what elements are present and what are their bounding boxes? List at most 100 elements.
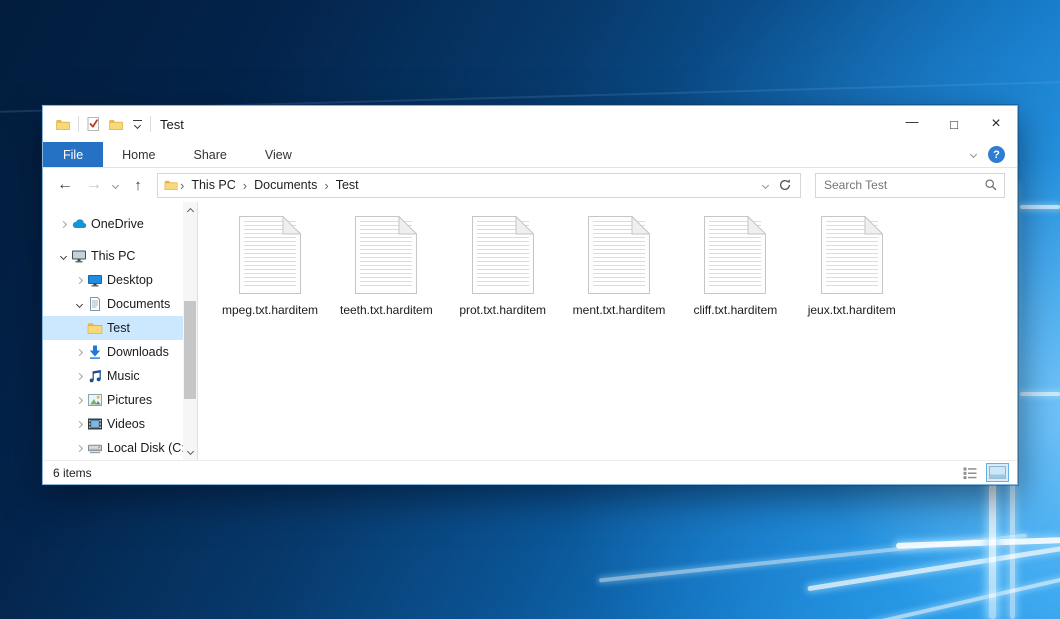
toolbar-separator <box>78 116 79 132</box>
sidebar-scrollbar[interactable] <box>183 202 197 460</box>
new-folder-icon[interactable] <box>108 117 124 132</box>
scroll-up-icon[interactable] <box>183 202 197 217</box>
refresh-button[interactable] <box>778 178 792 192</box>
text-document-icon <box>821 216 883 294</box>
ribbon-tab-bar: File Home Share View ? <box>43 142 1017 168</box>
view-toggles <box>959 463 1009 483</box>
navigation-pane: OneDrive This PC <box>43 202 198 460</box>
sidebar-item-downloads[interactable]: Downloads <box>43 340 183 364</box>
forward-button[interactable]: → <box>81 172 107 198</box>
file-name: prot.txt.harditem <box>453 303 553 317</box>
search-input[interactable] <box>815 173 1005 198</box>
help-button[interactable]: ? <box>988 146 1005 163</box>
sidebar-item-pictures[interactable]: Pictures <box>43 388 183 412</box>
back-button[interactable]: ← <box>49 172 81 198</box>
file-item[interactable]: mpeg.txt.harditem <box>220 216 320 317</box>
breadcrumb-this-pc[interactable]: This PC <box>184 178 242 192</box>
folder-icon <box>87 320 107 336</box>
sidebar-item-videos[interactable]: Videos <box>43 412 183 436</box>
maximize-icon: □ <box>950 117 958 132</box>
status-bar: 6 items <box>43 460 1017 484</box>
large-icons-view-icon <box>989 466 1006 479</box>
wallpaper-beam <box>807 546 1060 592</box>
file-list: mpeg.txt.harditem teeth.txt.harditem pro… <box>198 202 1017 460</box>
tab-share[interactable]: Share <box>175 142 246 167</box>
file-item[interactable]: prot.txt.harditem <box>453 216 553 317</box>
explorer-folder-icon <box>55 117 71 132</box>
sidebar-item-local-disk[interactable]: Local Disk (C:) <box>43 436 183 460</box>
videos-icon <box>87 416 107 432</box>
local-disk-icon <box>87 440 107 456</box>
close-button[interactable]: × <box>975 106 1017 142</box>
details-view-icon <box>962 466 978 480</box>
details-view-button[interactable] <box>959 463 981 483</box>
chevron-right-icon[interactable] <box>71 398 87 403</box>
window-title: Test <box>160 117 184 132</box>
minimize-button[interactable]: — <box>891 106 933 142</box>
up-icon: ↑ <box>134 177 142 194</box>
file-name: jeux.txt.harditem <box>802 303 902 317</box>
text-document-icon <box>355 216 417 294</box>
breadcrumb-documents[interactable]: Documents <box>247 178 324 192</box>
chevron-right-icon[interactable] <box>71 422 87 427</box>
chevron-right-icon[interactable] <box>71 374 87 379</box>
tab-view[interactable]: View <box>246 142 311 167</box>
address-folder-icon <box>164 178 178 192</box>
sidebar-item-test[interactable]: Test <box>43 316 183 340</box>
sidebar-item-this-pc[interactable]: This PC <box>43 244 183 268</box>
refresh-icon <box>778 178 792 192</box>
file-name: mpeg.txt.harditem <box>220 303 320 317</box>
main-area: OneDrive This PC <box>43 202 1017 460</box>
chevron-right-icon[interactable] <box>71 350 87 355</box>
sidebar-item-music[interactable]: Music <box>43 364 183 388</box>
sidebar-item-desktop[interactable]: Desktop <box>43 268 183 292</box>
large-icons-view-button[interactable] <box>986 463 1009 482</box>
desktop-background: Test — □ × File Home Share View ? ← → ↑ <box>0 0 1060 619</box>
wallpaper-beam <box>870 574 1060 619</box>
documents-icon <box>87 296 107 312</box>
scrollbar-track[interactable] <box>183 217 197 445</box>
expand-ribbon-icon[interactable] <box>970 151 977 158</box>
onedrive-icon <box>71 216 91 232</box>
file-name: cliff.txt.harditem <box>685 303 785 317</box>
text-document-icon <box>472 216 534 294</box>
sidebar-item-documents[interactable]: Documents <box>43 292 183 316</box>
search-icon[interactable] <box>984 178 998 192</box>
address-dropdown-icon[interactable] <box>762 181 769 188</box>
chevron-right-icon[interactable] <box>55 222 71 227</box>
chevron-down-icon[interactable] <box>71 302 87 307</box>
scroll-down-icon[interactable] <box>183 445 197 460</box>
chevron-down-icon[interactable] <box>55 254 71 259</box>
maximize-button[interactable]: □ <box>933 106 975 142</box>
help-icon: ? <box>993 149 1000 161</box>
wallpaper-beam <box>1020 205 1060 209</box>
up-button[interactable]: ↑ <box>123 172 153 198</box>
file-item[interactable]: ment.txt.harditem <box>569 216 669 317</box>
file-item[interactable]: cliff.txt.harditem <box>685 216 785 317</box>
file-item[interactable]: jeux.txt.harditem <box>802 216 902 317</box>
wallpaper-beam <box>599 534 1027 583</box>
title-bar: Test — □ × <box>43 106 1017 142</box>
tab-home[interactable]: Home <box>103 142 174 167</box>
quick-access-toolbar <box>43 116 151 132</box>
chevron-down-icon <box>111 181 118 188</box>
navigation-bar: ← → ↑ › This PC › Documents › Test <box>43 168 1017 202</box>
scrollbar-thumb[interactable] <box>184 301 196 399</box>
wallpaper-beam <box>1020 392 1060 396</box>
text-document-icon <box>704 216 766 294</box>
sidebar-item-onedrive[interactable]: OneDrive <box>43 212 183 236</box>
text-document-icon <box>239 216 301 294</box>
music-icon <box>87 368 107 384</box>
chevron-right-icon[interactable] <box>71 278 87 283</box>
address-bar[interactable]: › This PC › Documents › Test <box>157 173 801 198</box>
tab-file[interactable]: File <box>43 142 103 167</box>
breadcrumb-test[interactable]: Test <box>329 178 366 192</box>
file-item[interactable]: teeth.txt.harditem <box>336 216 436 317</box>
file-name: teeth.txt.harditem <box>336 303 436 317</box>
chevron-right-icon[interactable] <box>71 446 87 451</box>
properties-check-icon[interactable] <box>86 116 101 132</box>
customize-toolbar-dropdown-icon[interactable] <box>131 120 143 128</box>
recent-locations-dropdown[interactable] <box>107 172 123 198</box>
forward-icon: → <box>86 176 102 194</box>
back-icon: ← <box>57 176 73 194</box>
